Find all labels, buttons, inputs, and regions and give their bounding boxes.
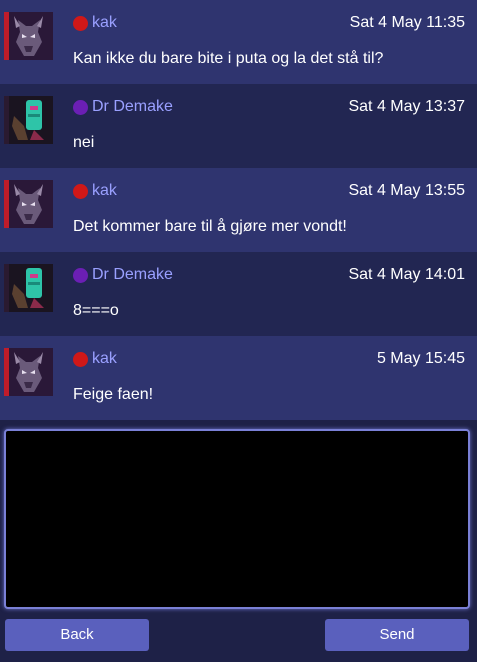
back-button[interactable]: Back [5, 619, 149, 651]
demon-avatar-icon[interactable] [4, 12, 53, 60]
author-name[interactable]: Dr Demake [92, 98, 173, 116]
message-text: Kan ikke du bare bite i puta og la det s… [73, 50, 384, 67]
message-timestamp: Sat 4 May 13:37 [348, 98, 465, 115]
demon-avatar-icon[interactable] [4, 180, 53, 228]
message-text: 8===o [73, 302, 119, 319]
message-item: Dr Demake Sat 4 May 13:37 nei [0, 84, 477, 168]
robot-avatar-icon[interactable] [4, 264, 53, 312]
message-item: kak Sat 4 May 13:55 Det kommer bare til … [0, 168, 477, 252]
status-dot-icon [73, 16, 88, 31]
message-timestamp: Sat 4 May 14:01 [348, 266, 465, 283]
demon-avatar-icon[interactable] [4, 348, 53, 396]
message-list: kak Sat 4 May 11:35 Kan ikke du bare bit… [0, 0, 477, 420]
author-name[interactable]: kak [92, 14, 117, 32]
message-timestamp: Sat 4 May 13:55 [348, 182, 465, 199]
status-dot-icon [73, 352, 88, 367]
message-item: Dr Demake Sat 4 May 14:01 8===o [0, 252, 477, 336]
message-text: nei [73, 134, 95, 151]
message-text: Feige faen! [73, 386, 154, 403]
message-text: Det kommer bare til å gjøre mer vondt! [73, 218, 347, 235]
message-input[interactable] [4, 429, 470, 609]
robot-avatar-icon[interactable] [4, 96, 53, 144]
status-dot-icon [73, 100, 88, 115]
status-dot-icon [73, 268, 88, 283]
message-timestamp: Sat 4 May 11:35 [349, 14, 465, 31]
status-dot-icon [73, 184, 88, 199]
author-name[interactable]: kak [92, 350, 117, 368]
message-item: kak 5 May 15:45 Feige faen! [0, 336, 477, 420]
author-name[interactable]: Dr Demake [92, 266, 173, 284]
message-timestamp: 5 May 15:45 [376, 350, 465, 367]
author-name[interactable]: kak [92, 182, 117, 200]
message-item: kak Sat 4 May 11:35 Kan ikke du bare bit… [0, 0, 477, 84]
send-button[interactable]: Send [325, 619, 469, 651]
